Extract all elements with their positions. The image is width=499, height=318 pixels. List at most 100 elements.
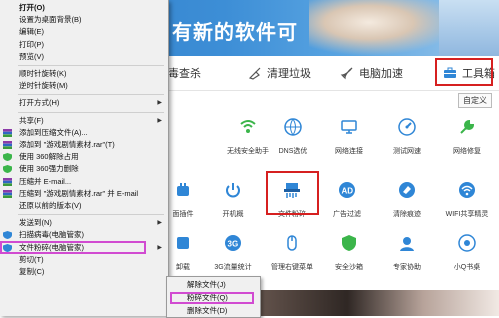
context-menu-item-label: 逆时针旋转(M)	[19, 81, 68, 91]
tool-label: WIFI共享精灵	[445, 211, 489, 218]
submenu-arrow-icon: ▶	[157, 117, 162, 124]
tool-label: 开机概	[222, 211, 244, 218]
winrar-icon	[3, 177, 12, 186]
nav-virus-scan[interactable]: 毒查杀	[168, 64, 201, 82]
context-menu-item[interactable]: 使用 360解除占用	[0, 151, 168, 163]
sandbox-icon	[334, 228, 364, 258]
tool-label: DNS选优	[278, 148, 308, 155]
plugin-icon	[168, 175, 198, 205]
context-menu-item[interactable]: 添加到压缩文件(A)...	[0, 127, 168, 139]
banner-illustration	[309, 0, 459, 56]
context-menu-item[interactable]: 添加到 "游戏剧情素材.rar"(T)	[0, 139, 168, 151]
context-menu-item-label: 压缩到 "游戏剧情素材.rar" 并 E-mail	[19, 188, 139, 198]
nav-clean-junk-label: 清理垃圾	[267, 68, 311, 80]
context-menu-item-label: 剪切(T)	[19, 254, 44, 264]
context-menu-item[interactable]: 共享(F) ▶	[0, 115, 168, 127]
banner-illustration-edge	[439, 0, 499, 56]
shredder-submenu: 解除文件(J) 粉碎文件(Q) 删除文件(D)	[166, 276, 261, 318]
tool-startup[interactable]: 开机概	[202, 175, 264, 219]
360-icon	[3, 153, 12, 162]
speed-test-icon	[392, 112, 422, 142]
shred-file-highlight-box	[170, 292, 254, 304]
tool-label: 小Q书桌	[453, 264, 481, 271]
tool-network-connection[interactable]: 网络连接	[318, 112, 380, 156]
submenu-item-unlock-file[interactable]: 解除文件(J)	[167, 279, 260, 291]
context-menu-item[interactable]: 打开方式(H) ▶	[0, 97, 168, 109]
tool-clear-traces[interactable]: 清除痕迹	[376, 175, 438, 219]
context-menu-item-label: 打开方式(H)	[19, 98, 60, 108]
context-menu-item[interactable]: 打开(O)	[0, 2, 168, 14]
context-menu-item-label: 使用 360强力删除	[19, 164, 79, 174]
tool-context-menu-manager[interactable]: 管理右键菜单	[261, 228, 323, 272]
tool-label: 网络连接	[335, 148, 363, 155]
q-desk-icon	[452, 228, 482, 258]
context-menu-item-label: 打印(P)	[19, 39, 44, 49]
context-menu-item[interactable]: 逆时针旋转(M)	[0, 80, 168, 92]
tool-sandbox[interactable]: 安全沙箱	[318, 228, 380, 272]
context-menu-item-label: 复制(C)	[19, 267, 45, 276]
tool-label: 测试网速	[393, 148, 421, 155]
wifi-share-icon	[452, 175, 482, 205]
context-menu-item[interactable]: 压缩并 E-mail...	[0, 176, 168, 188]
context-menu-item[interactable]: 顺时针旋转(K)	[0, 68, 168, 80]
tool-label: 网络修复	[453, 148, 481, 155]
submenu-arrow-icon: ▶	[157, 244, 162, 251]
tool-expert-help[interactable]: 专家协助	[376, 228, 438, 272]
submenu-arrow-icon: ▶	[157, 220, 162, 227]
submenu-item-delete-file[interactable]: 删除文件(D)	[167, 305, 260, 317]
context-menu-item[interactable]: 发送到(N) ▶	[0, 217, 168, 229]
context-menu-item-label: 预览(V)	[19, 51, 44, 61]
context-menu-item[interactable]: 设置为桌面背景(B)	[0, 14, 168, 26]
context-menu-item[interactable]: 打印(P)	[0, 39, 168, 51]
context-menu-item[interactable]: 还原以前的版本(V)	[0, 200, 168, 212]
menu-separator	[18, 111, 164, 113]
context-menu-item-label: 打开(O)	[19, 3, 45, 12]
context-menu-item[interactable]: 复制(C)	[0, 266, 168, 278]
mouse-icon	[277, 228, 307, 258]
context-menu-item-label: 设置为桌面背景(B)	[19, 15, 82, 25]
winrar-icon	[3, 128, 12, 137]
tool-3g-traffic[interactable]: 3G 3G流量统计	[202, 228, 264, 272]
context-menu-item[interactable]: 使用 360强力删除	[0, 163, 168, 175]
power-icon	[218, 175, 248, 205]
customize-button[interactable]: 自定义	[458, 93, 492, 108]
context-menu-item-label: 共享(F)	[19, 115, 44, 125]
context-menu-item[interactable]: 编辑(E)	[0, 26, 168, 38]
expert-icon	[392, 228, 422, 258]
context-menu-item[interactable]: 预览(V)	[0, 51, 168, 63]
banner-text: 有新的软件可	[172, 22, 298, 44]
toolbox-highlight-box	[435, 58, 493, 86]
wrench-icon	[452, 112, 482, 142]
tool-label: 安全沙箱	[335, 264, 363, 271]
nav-speedup[interactable]: 电脑加速	[340, 64, 403, 82]
menu-separator	[18, 94, 164, 96]
ad-filter-icon: AD	[332, 175, 362, 205]
uninstall-icon	[168, 228, 198, 258]
tool-label: 3G流量统计	[214, 264, 252, 271]
context-menu-item[interactable]: 扫描病毒(电脑管家)	[0, 229, 168, 241]
tool-wifi-share[interactable]: WIFI共享精灵	[436, 175, 498, 219]
tool-network-repair[interactable]: 网络修复	[436, 112, 498, 156]
context-menu: 打开(O) 设置为桌面背景(B) 编辑(E) 打印(P) 预览(V) 顺时针旋转(K) 逆时…	[0, 0, 169, 316]
context-menu-item-label: 顺时针旋转(K)	[19, 69, 67, 78]
context-menu-item-label: 扫描病毒(电脑管家)	[19, 230, 84, 240]
nav-clean-junk[interactable]: 清理垃圾	[248, 64, 311, 82]
context-menu-item-label: 添加到压缩文件(A)...	[19, 127, 88, 137]
menu-separator	[18, 65, 164, 66]
tool-label: 广告过滤	[333, 211, 361, 218]
dns-icon	[278, 112, 308, 142]
shredder-highlight-box	[266, 171, 319, 215]
submenu-item-label: 删除文件(D)	[187, 306, 228, 315]
svg-text:AD: AD	[342, 187, 354, 196]
tool-speed-test[interactable]: 测试网速	[376, 112, 438, 156]
context-menu-item[interactable]: 剪切(T)	[0, 254, 168, 266]
tool-q-desk[interactable]: 小Q书桌	[436, 228, 498, 272]
tool-dns[interactable]: DNS选优	[262, 112, 324, 156]
tencent-shield-icon	[3, 231, 12, 240]
nav-speedup-label: 电脑加速	[359, 68, 403, 80]
context-menu-item[interactable]: 压缩到 "游戏剧情素材.rar" 并 E-mail	[0, 188, 168, 200]
eraser-icon	[392, 175, 422, 205]
context-menu-item-label: 编辑(E)	[19, 27, 44, 37]
tool-ad-filter[interactable]: AD 广告过滤	[316, 175, 378, 219]
context-menu-item-label: 发送到(N)	[19, 218, 52, 228]
